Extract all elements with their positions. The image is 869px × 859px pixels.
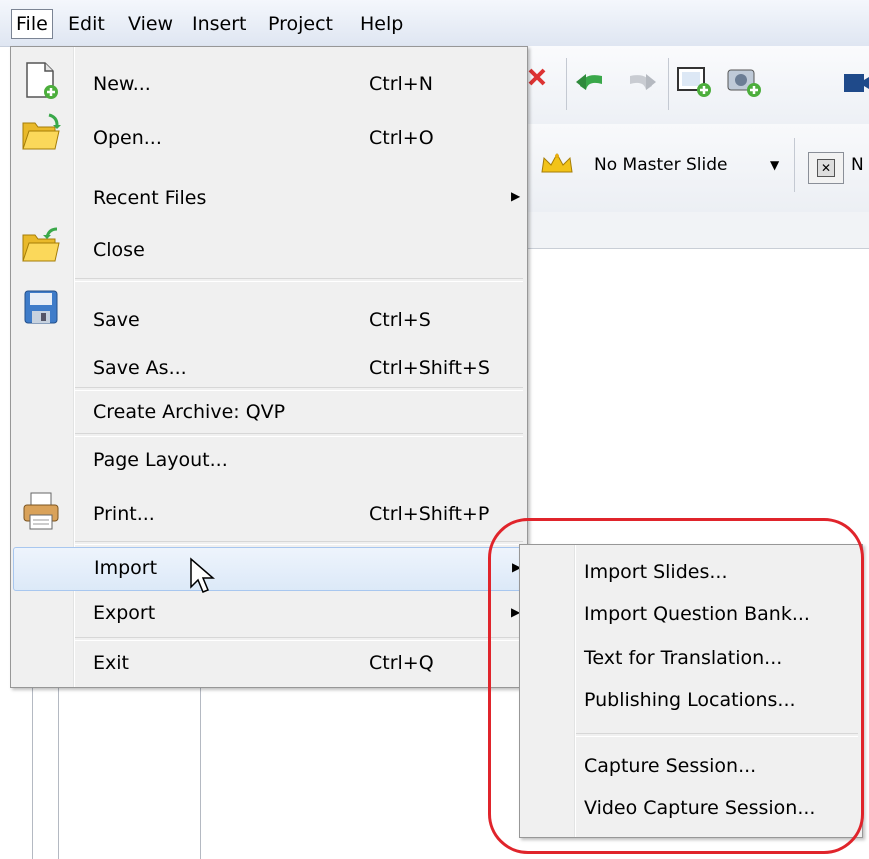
menu-item-shortcut: Ctrl+Q [369,652,434,674]
menu-item-label: Recent Files [93,187,207,209]
menu-item-label: New... [93,73,151,95]
menu-item-label: Close [93,239,145,261]
menu-insert[interactable]: Insert [188,10,251,38]
redo-icon[interactable] [622,64,660,102]
menu-item-label: Save [93,309,140,331]
menu-separator [75,637,523,641]
screenshot-icon[interactable] [724,62,762,100]
delete-icon[interactable] [524,64,562,102]
close-icon: ✕ [817,159,835,177]
printer-icon [23,492,59,530]
master-slide-label: No Master Slide [594,155,728,175]
highlight-callout [488,518,864,854]
mouse-pointer-icon [190,557,216,593]
slide-option-label: N [851,155,864,175]
main-toolbar [520,46,869,125]
menu-separator [75,541,523,545]
menu-item-create-archive[interactable]: Create Archive: QVP [13,393,523,433]
menu-separator [75,278,523,282]
menu-item-recent-files[interactable]: Recent Files ▶ [13,175,523,221]
menu-file[interactable]: File [11,9,53,39]
panel-border [200,686,201,859]
menu-item-save-as[interactable]: Save As... Ctrl+Shift+S [13,347,523,391]
slide-option-button[interactable]: ✕ N [808,152,864,184]
crown-icon [541,152,573,173]
panel-border [32,686,33,859]
save-disk-icon [24,290,58,324]
menu-separator [75,433,523,437]
menu-project[interactable]: Project [264,10,337,38]
file-menu: New... Ctrl+N Open... Ctrl+O Recent File… [10,46,528,688]
new-slide-icon[interactable] [674,62,712,100]
menu-item-label: Save As... [93,357,187,379]
menu-view[interactable]: View [124,10,177,38]
menu-help[interactable]: Help [356,10,407,38]
ruler-bar [520,212,869,249]
chevron-down-icon: ▼ [770,158,780,172]
menu-edit[interactable]: Edit [64,10,109,38]
menu-item-label: Exit [93,652,129,674]
menu-item-print[interactable]: Print... Ctrl+Shift+P [13,487,523,539]
menu-item-shortcut: Ctrl+Shift+S [369,357,490,379]
menu-item-label: Import [94,557,158,579]
menu-item-label: Print... [93,503,155,525]
toolbar-separator [794,138,795,192]
menu-item-import[interactable]: Import ▶ [13,547,525,591]
menu-item-label: Page Layout... [93,449,228,471]
menu-item-export[interactable]: Export ▶ [13,593,523,635]
toolbar-separator [668,58,669,110]
toolbar-separator [566,58,567,110]
menu-separator [75,387,523,391]
submenu-arrow-icon: ▶ [511,189,521,203]
menu-item-shortcut: Ctrl+N [369,73,433,95]
menu-item-label: Open... [93,127,162,149]
record-icon[interactable] [840,62,869,100]
menu-item-shortcut: Ctrl+S [369,309,431,331]
menu-item-save[interactable]: Save Ctrl+S [13,285,523,337]
menu-item-shortcut: Ctrl+O [369,127,434,149]
panel-border [58,686,59,859]
menu-item-open[interactable]: Open... Ctrl+O [13,113,523,163]
menu-item-close[interactable]: Close [13,223,523,273]
menu-item-label: Create Archive: QVP [93,401,286,423]
menu-item-exit[interactable]: Exit Ctrl+Q [13,643,523,685]
new-document-icon [26,62,58,99]
menu-item-shortcut: Ctrl+Shift+P [369,503,490,525]
menu-item-label: Export [93,602,156,624]
open-folder-icon [22,113,61,150]
close-folder-icon [22,227,60,262]
menu-bar: File Edit View Insert Project Help [0,0,869,47]
undo-icon[interactable] [572,64,610,102]
menu-item-new[interactable]: New... Ctrl+N [13,57,523,107]
menu-item-page-layout[interactable]: Page Layout... [13,439,523,483]
